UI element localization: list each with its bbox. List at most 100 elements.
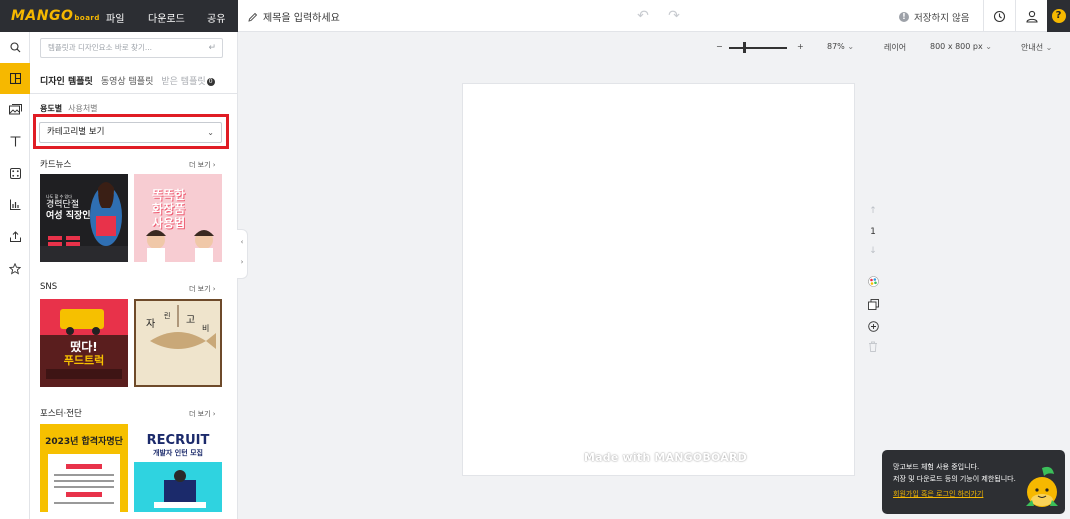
template-thumb-sns-1[interactable]: 떴다! 푸드트럭 (40, 299, 128, 387)
sns-2-char-2: 린 (164, 312, 171, 320)
rail-search[interactable] (0, 32, 30, 63)
chevron-right-icon: › (240, 258, 244, 266)
template-thumb-poster-2[interactable]: RECRUIT 개발자 인턴 모집 (134, 424, 222, 512)
more-link-sns[interactable]: 더 보기 › (189, 284, 216, 294)
chevron-down-icon: ⌄ (1045, 43, 1053, 52)
sns-2-art (136, 301, 220, 385)
sns-2-char-4: 비 (202, 324, 210, 333)
help-button[interactable]: ? (1047, 0, 1070, 32)
undo-icon[interactable]: ↶ (635, 8, 651, 24)
layers-button[interactable]: 레이어 (884, 42, 906, 53)
template-panel: 템플릿과 디자인요소 바로 찾기... ↵ 디자인 템플릿 동영상 템플릿 받은… (30, 32, 238, 519)
menu-share[interactable]: 공유 (207, 10, 225, 25)
star-icon (9, 262, 21, 275)
design-artboard[interactable] (462, 83, 855, 476)
template-tabs: 디자인 템플릿 동영상 템플릿 받은 템플릿 0 (40, 74, 215, 87)
more-label: 더 보기 (189, 285, 211, 293)
history-button[interactable] (983, 0, 1015, 32)
template-search-input[interactable]: 템플릿과 디자인요소 바로 찾기... ↵ (40, 38, 223, 58)
search-placeholder: 템플릿과 디자인요소 바로 찾기... (48, 43, 153, 52)
more-label: 더 보기 (189, 161, 211, 169)
poster-2-line-1: RECRUIT (146, 433, 210, 448)
history-icon (993, 10, 1006, 22)
rail-upload[interactable] (0, 221, 30, 252)
rail-text[interactable] (0, 126, 30, 157)
category-select[interactable]: 카테고리별 보기 ⌄ (39, 122, 222, 143)
zoom-slider[interactable] (729, 47, 787, 49)
sns-2-char-1: 자 (146, 319, 156, 330)
rail-templates[interactable] (0, 63, 30, 94)
more-label: 더 보기 (189, 410, 211, 418)
template-thumb-poster-1[interactable]: 2023년 합격자명단 (40, 424, 128, 512)
rail-charts[interactable] (0, 189, 30, 220)
save-status: ! 저장하지 않음 (899, 10, 969, 24)
upload-icon (9, 231, 21, 242)
text-icon (10, 136, 20, 147)
panel-collapse-handle[interactable]: ‹ › (237, 229, 248, 279)
cardnews-2-line-2: 화장품 (152, 202, 186, 216)
section-title-cardnews: 카드뉴스 (40, 160, 72, 170)
search-icon (9, 42, 20, 53)
palette-icon (867, 276, 879, 287)
guide-dropdown[interactable]: 안내선 ⌄ (1021, 42, 1052, 53)
sns-2-char-3: 고 (186, 315, 196, 326)
trash-icon (869, 341, 877, 352)
tab-video-templates[interactable]: 동영상 템플릿 (101, 74, 154, 87)
template-thumb-sns-2[interactable]: 자 린 고 비 (134, 299, 222, 387)
plus-circle-icon (867, 321, 879, 332)
watermark-text: Made with MANGOBOARD (584, 451, 747, 464)
poster-2-line-2: 개발자 인턴 모집 (153, 449, 203, 457)
help-icon: ? (1051, 9, 1066, 23)
more-link-poster[interactable]: 더 보기 › (189, 409, 216, 419)
tab-design-templates[interactable]: 디자인 템플릿 (40, 74, 93, 87)
cardnews-2-line-1: 똑똑한 (152, 188, 186, 202)
pencil-icon (248, 12, 258, 22)
cardnews-2-headline: 똑똑한 화장품 사용법 (152, 188, 185, 230)
zoom-out-button[interactable]: − (716, 42, 723, 51)
cardnews-1-line-3: 여성 직장인 (46, 211, 91, 221)
zoom-percent-dropdown[interactable]: 87% ⌄ (827, 42, 854, 51)
zoom-percent-value: 87% (827, 42, 845, 51)
cardnews-1-headline: 나도 할 수 있다 경력단절 여성 직장인 (46, 194, 91, 222)
rail-favorites[interactable] (0, 253, 30, 284)
chart-icon (9, 199, 20, 210)
trial-notice-toast: 망고보드 체험 사용 중입니다. 저장 및 다운로드 등의 기능이 제한됩니다.… (882, 450, 1065, 514)
rail-elements[interactable] (0, 158, 30, 189)
canvas-size-dropdown[interactable]: 800 x 800 px ⌄ (930, 42, 992, 51)
template-icon (9, 73, 21, 84)
menu-download[interactable]: 다운로드 (148, 10, 185, 25)
page-number: 1 (870, 227, 876, 237)
page-down-icon[interactable]: ↓ (866, 246, 880, 256)
top-bar: MANGOboard 파일 다운로드 공유 제목을 입력하세요 ↶ ↷ ! 저장… (0, 0, 1070, 32)
more-link-cardnews[interactable]: 더 보기 › (189, 160, 216, 170)
mangoboard-logo[interactable]: MANGOboard (11, 8, 100, 24)
warning-icon: ! (899, 12, 909, 22)
tabs-divider (30, 93, 237, 94)
template-thumb-cardnews-1[interactable]: 나도 할 수 있다 경력단절 여성 직장인 (40, 174, 128, 262)
brand-area: MANGOboard 파일 다운로드 공유 (0, 0, 238, 32)
color-palette-button[interactable] (866, 276, 880, 290)
duplicate-page-button[interactable] (866, 299, 880, 313)
redo-icon[interactable]: ↷ (666, 8, 682, 24)
zoom-slider-handle[interactable] (743, 42, 746, 53)
cardnews-2-line-3: 사용법 (152, 216, 186, 230)
cardnews-1-line-2: 경력단절 (46, 200, 80, 210)
delete-page-button[interactable] (866, 341, 880, 355)
rail-photos[interactable] (0, 94, 30, 125)
title-placeholder: 제목을 입력하세요 (263, 13, 340, 24)
section-title-poster: 포스터·전단 (40, 409, 82, 419)
title-input[interactable]: 제목을 입력하세요 (248, 9, 340, 24)
tab-received-templates[interactable]: 받은 템플릿 0 (161, 74, 215, 87)
add-page-button[interactable] (866, 321, 880, 335)
menu-file[interactable]: 파일 (106, 10, 124, 25)
section-title-sns: SNS (40, 282, 58, 292)
zoom-in-button[interactable]: + (797, 42, 804, 51)
tool-rail (0, 32, 30, 519)
logo-text: MANGO (11, 8, 74, 24)
dice-icon (9, 168, 21, 179)
account-button[interactable] (1015, 0, 1047, 32)
received-templates-label: 받은 템플릿 (161, 77, 206, 87)
template-thumb-cardnews-2[interactable]: 똑똑한 화장품 사용법 (134, 174, 222, 262)
page-up-icon[interactable]: ↑ (866, 206, 880, 216)
guide-label: 안내선 (1021, 43, 1044, 52)
